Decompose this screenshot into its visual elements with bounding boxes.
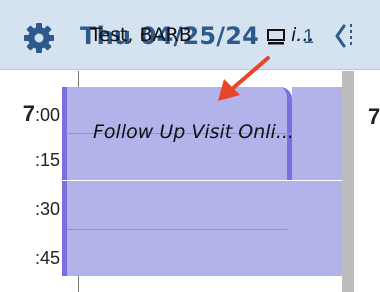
appointment-patient-name[interactable]: Test, BARB [90,24,192,46]
appointment-block[interactable] [62,180,342,276]
time-label-7-15: :15 [34,150,60,170]
settings-button[interactable] [22,21,56,55]
appointment-overflow-text[interactable]: i... [291,24,314,46]
hour-label: 7 [22,101,35,126]
slot-divider [67,229,287,230]
chevron-left-icon [335,24,352,48]
schedule-grid[interactable]: 7:00 :15 :30 :45 7 [0,71,380,292]
appointment-visit-title[interactable]: Follow Up Visit Onli... [93,121,294,143]
minute-label: :00 [34,105,60,125]
slot-divider [62,180,354,181]
time-label-7-30: :30 [34,199,60,219]
collapse-button[interactable] [333,20,355,52]
appointment-overflow-block[interactable] [292,87,342,180]
next-column-hour-label: 7 [368,104,380,129]
time-label-7-00: 7:00 [2,101,60,127]
video-visit-icon [267,29,285,45]
time-label-7-45: :45 [34,248,60,268]
vertical-scrollbar[interactable] [342,71,354,292]
gear-icon [24,23,54,53]
